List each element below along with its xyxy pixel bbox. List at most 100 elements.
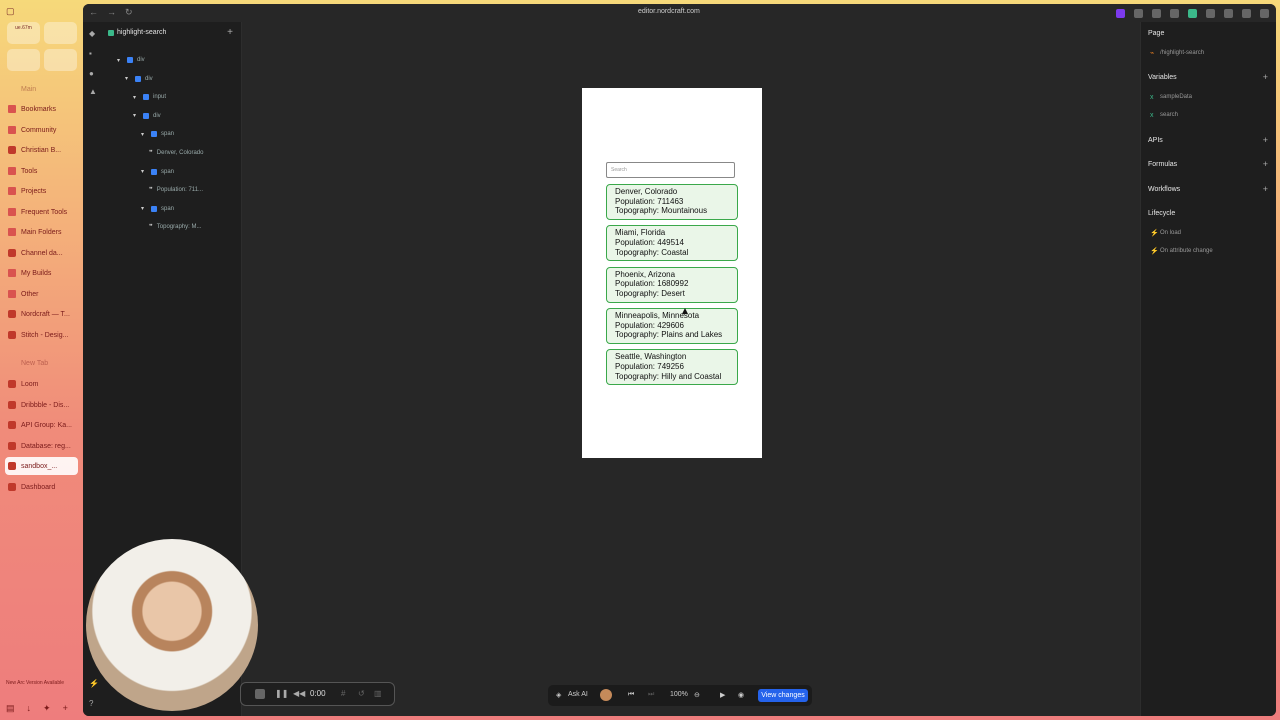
pinned-tab[interactable] [44,49,77,71]
extension-icon[interactable] [1170,9,1179,18]
settings-icon[interactable]: ◉ [738,691,744,699]
variable-item[interactable]: search [1160,112,1178,118]
sidebar-item[interactable]: Tools [5,162,78,180]
extension-icon[interactable] [1206,9,1215,18]
ask-ai-icon[interactable]: ◈ [556,691,561,699]
sidebar-item[interactable]: My Builds [5,264,78,282]
view-changes-button[interactable]: View changes [758,689,808,702]
layer-row[interactable]: ❞ Topography: M... [149,220,237,234]
sidebar-item[interactable]: Dashboard [5,478,78,496]
down-arrow-icon[interactable]: ↓ [27,703,32,713]
pinned-tab[interactable] [44,22,77,44]
pinned-tab[interactable]: ue.67m [7,22,40,44]
restart-icon[interactable]: ↺ [358,689,365,698]
layer-row[interactable]: ▾ span [141,202,237,216]
card-population: Population: 1680992 [615,279,689,289]
variable-item[interactable]: sampleData [1160,94,1192,100]
expand-chevron-icon[interactable]: ▾ [133,94,139,101]
sidebar-toggle-icon[interactable]: ▢ [6,6,15,17]
grid-icon[interactable]: # [341,689,345,698]
lifecycle-on-load[interactable]: On load [1160,230,1181,236]
expand-chevron-icon[interactable]: ▾ [125,75,131,82]
add-icon[interactable]: + [227,27,233,38]
split-view-icon[interactable] [1242,9,1251,18]
sidebar-item[interactable]: Channel da... [5,244,78,262]
expand-chevron-icon[interactable]: ▾ [117,57,123,64]
add-formula-icon[interactable]: + [1263,159,1268,169]
sidebar-icon[interactable] [1260,9,1269,18]
extension-icon[interactable] [1116,9,1125,18]
sidebar-item[interactable]: New Tab [5,354,78,372]
city-card: Minneapolis, Minnesota Population: 429606… [606,307,738,344]
add-api-icon[interactable]: + [1263,135,1268,145]
sidebar-item[interactable]: sandbox_... [5,457,78,475]
files-icon[interactable]: ▪ [89,50,97,58]
bell-icon[interactable]: ▲ [89,88,97,96]
sidebar-item[interactable]: Projects [5,182,78,200]
sidebar-item[interactable]: Community [5,121,78,139]
redo-icon[interactable]: ⏭ [648,691,654,699]
url-bar[interactable]: editor.nordcraft.com [638,8,700,15]
component-title[interactable]: highlight-search [117,29,166,36]
globe-icon[interactable]: ● [89,70,97,78]
sidebar-item[interactable]: Other [5,285,78,303]
layer-row[interactable]: ▾ div [117,53,237,67]
add-icon[interactable]: + [63,703,68,713]
lifecycle-on-attribute-change[interactable]: On attribute change [1160,248,1213,254]
extension-icon[interactable] [1224,9,1233,18]
avatar[interactable] [600,689,612,701]
layer-row[interactable]: ▾ span [141,127,237,141]
spaces-icon[interactable]: ✦ [43,703,51,713]
ask-ai-button[interactable]: Ask AI [568,691,588,698]
rewind-icon[interactable]: ◀◀ [293,689,305,698]
design-canvas[interactable]: Search Denver, Colorado Population: 71146… [242,22,1140,716]
pinned-tab[interactable] [7,49,40,71]
layer-row[interactable]: ❞ Denver, Colorado [149,146,237,160]
sidebar-item[interactable]: Stitch - Desig... [5,326,78,344]
event-icon: ⚡ [1150,230,1159,237]
extension-icon[interactable] [1152,9,1161,18]
sidebar-item[interactable]: Main [5,80,78,98]
update-notice[interactable]: New Arc Version Available [6,680,64,686]
extension-icon[interactable] [1188,9,1197,18]
expand-chevron-icon[interactable]: ▾ [141,168,147,175]
undo-icon[interactable]: ⏮ [628,691,634,699]
stop-icon[interactable] [255,689,265,699]
sidebar-item[interactable]: Loom [5,375,78,393]
sidebar-item[interactable]: Main Folders [5,223,78,241]
expand-chevron-icon[interactable]: ▾ [141,205,147,212]
page-route[interactable]: /highlight-search [1160,50,1204,56]
back-icon[interactable]: ← [89,7,98,17]
layer-row[interactable]: ▾ div [125,72,237,86]
extension-icon[interactable] [1134,9,1143,18]
sidebar-item[interactable]: Christian B... [5,141,78,159]
sidebar-item[interactable]: Nordcraft — T... [5,305,78,323]
sidebar-item[interactable]: API Group: Ka... [5,416,78,434]
folder-icon [8,208,16,216]
sidebar-item[interactable]: Bookmarks [5,100,78,118]
play-icon[interactable]: ▶ [720,691,725,699]
bolt-icon[interactable]: ⚡ [89,680,99,688]
add-workflow-icon[interactable]: + [1263,184,1268,194]
trash-icon[interactable]: ▥ [374,689,382,698]
pause-icon[interactable]: ❚❚ [275,689,288,698]
sidebar-item[interactable]: Database: reg... [5,437,78,455]
add-variable-icon[interactable]: + [1263,72,1268,82]
text-node-icon: ❞ [149,187,153,195]
expand-chevron-icon[interactable]: ▾ [141,131,147,138]
layer-row[interactable]: ❞ Population: 711... [149,183,237,197]
help-icon[interactable]: ? [89,700,97,708]
layer-row[interactable]: ▾ div [133,109,237,123]
zoom-level[interactable]: 100% [670,691,688,698]
layer-row[interactable]: ▾ input [133,90,237,104]
logo-icon[interactable]: ◆ [89,30,97,38]
sidebar-item[interactable]: Dribbble - Dis... [5,396,78,414]
expand-chevron-icon[interactable]: ▾ [133,112,139,119]
reload-icon[interactable]: ↻ [125,7,133,18]
sidebar-item[interactable]: Frequent Tools [5,203,78,221]
forward-icon[interactable]: → [107,7,116,17]
zoom-icon[interactable]: ⊖ [694,691,700,699]
archive-icon[interactable]: ▤ [6,703,15,713]
layer-row[interactable]: ▾ span [141,165,237,179]
search-input[interactable]: Search [606,162,735,178]
